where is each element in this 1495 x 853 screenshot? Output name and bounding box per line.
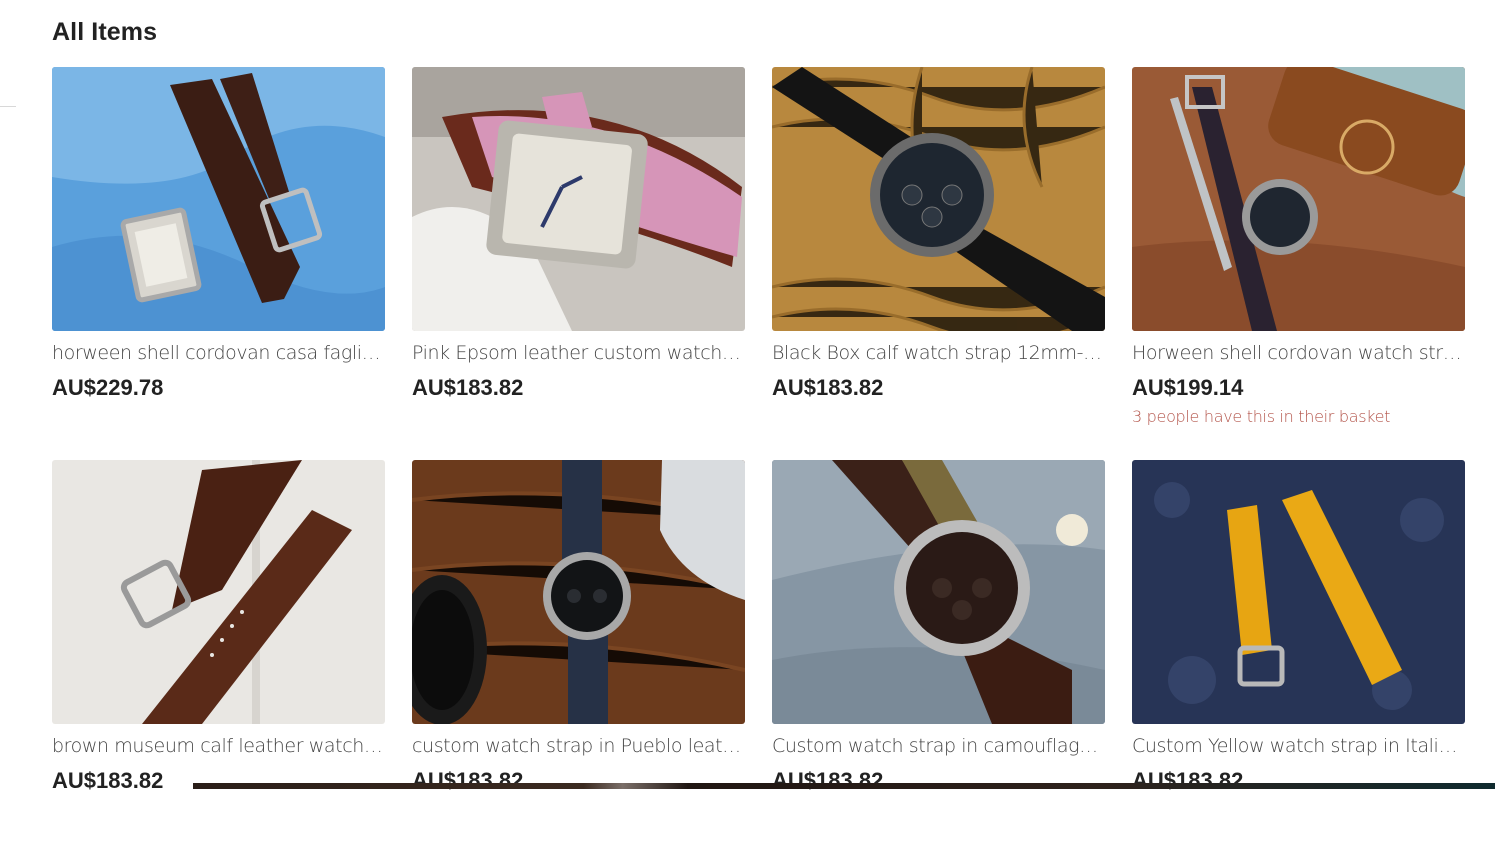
product-image[interactable] [412,67,745,331]
product-price: AU$183.82 [772,375,884,400]
product-image[interactable] [412,460,745,724]
product-image[interactable] [772,67,1105,331]
section-heading: All Items [52,18,158,46]
product-title[interactable]: Horween shell cordovan watch stra... [1132,341,1465,365]
product-image[interactable] [52,460,385,724]
left-divider [0,106,16,107]
product-card[interactable]: Custom watch strap in camouflage l... AU… [772,460,1105,853]
product-card[interactable]: Horween shell cordovan watch stra... AU$… [1132,67,1465,460]
product-title[interactable]: Pink Epsom leather custom watch st... [412,341,745,365]
basket-notice: 3 people have this in their basket [1132,407,1391,426]
product-card[interactable]: Pink Epsom leather custom watch st... AU… [412,67,745,460]
product-card[interactable]: Black Box calf watch strap 12mm-24... AU… [772,67,1105,460]
product-title[interactable]: Custom watch strap in camouflage l... [772,734,1105,758]
next-row-images-edge [193,783,1495,789]
product-title[interactable]: horween shell cordovan casa faglian... [52,341,385,365]
product-image[interactable] [1132,460,1465,724]
product-image[interactable] [772,460,1105,724]
product-title[interactable]: brown museum calf leather watch st... [52,734,385,758]
product-card[interactable]: brown museum calf leather watch st... AU… [52,460,385,853]
product-price: AU$183.82 [52,768,164,793]
product-price: AU$229.78 [52,375,164,400]
product-image[interactable] [52,67,385,331]
product-title[interactable]: Custom Yellow watch strap in Italian ... [1132,734,1465,758]
product-title[interactable]: Black Box calf watch strap 12mm-24... [772,341,1105,365]
product-price: AU$183.82 [412,375,524,400]
product-price: AU$183.82 [772,768,884,793]
product-price: AU$199.14 [1132,375,1244,400]
product-card[interactable]: horween shell cordovan casa faglian... A… [52,67,385,460]
product-card[interactable]: custom watch strap in Pueblo leathe... A… [412,460,745,853]
product-image[interactable] [1132,67,1465,331]
product-price: AU$183.82 [1132,768,1244,793]
product-card[interactable]: Custom Yellow watch strap in Italian ...… [1132,460,1465,853]
product-grid: horween shell cordovan casa faglian... A… [52,67,1465,853]
product-price: AU$183.82 [412,768,524,793]
product-title[interactable]: custom watch strap in Pueblo leathe... [412,734,745,758]
